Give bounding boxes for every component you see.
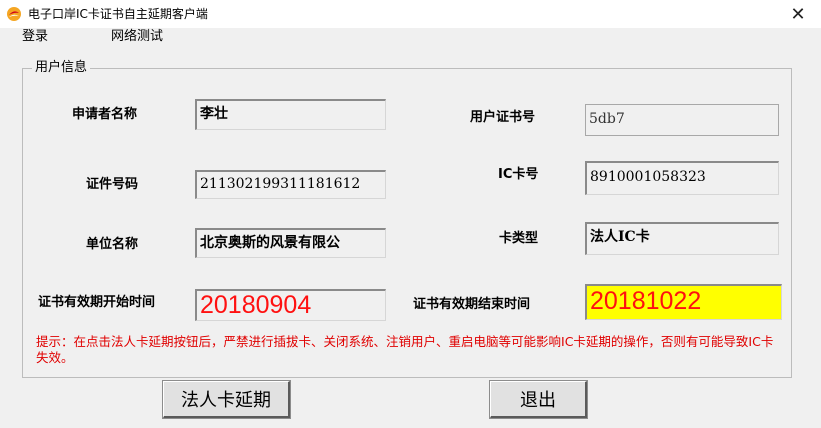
cert-end-field[interactable]: 20181022 — [585, 284, 782, 320]
close-icon[interactable]: ✕ — [775, 0, 821, 28]
menu-login[interactable]: 登录 — [22, 28, 48, 46]
applicant-name-field[interactable]: 李壮 — [195, 99, 386, 130]
ic-card-no-value: 8910001058323 — [590, 169, 706, 185]
menu-bar: 登录 网络测试 — [0, 28, 821, 50]
title-bar: 电子口岸IC卡证书自主延期客户端 ✕ — [0, 0, 821, 28]
id-number-field[interactable]: 211302199311181612 — [195, 170, 386, 199]
group-legend: 用户信息 — [32, 59, 91, 77]
card-type-label: 卡类型 — [499, 231, 539, 246]
cert-start-field[interactable]: 20180904 — [195, 289, 386, 321]
org-name-field[interactable]: 北京奥斯的风景有限公 — [195, 228, 386, 258]
menu-network-test[interactable]: 网络测试 — [111, 28, 163, 46]
extend-card-button[interactable]: 法人卡延期 — [162, 380, 291, 419]
org-name-label: 单位名称 — [86, 237, 139, 252]
user-cert-no-field[interactable]: 5db7 — [585, 104, 779, 136]
applicant-name-label: 申请者名称 — [72, 107, 138, 122]
ic-card-no-field[interactable]: 8910001058323 — [585, 161, 779, 195]
user-cert-no-value: 5db7 — [589, 111, 625, 127]
card-type-value: 法人IC卡 — [590, 229, 650, 245]
app-logo-icon — [7, 7, 21, 21]
cert-start-value: 20180904 — [200, 291, 312, 319]
cert-end-label: 证书有效期结束时间 — [413, 297, 531, 312]
warning-hint: 提示：在点击法人卡延期按钮后，严禁进行插拔卡、关闭系统、注销用户、重启电脑等可能… — [36, 334, 774, 365]
id-number-value: 211302199311181612 — [200, 176, 361, 192]
cert-start-label: 证书有效期开始时间 — [38, 295, 156, 310]
user-cert-no-label: 用户证书号 — [470, 110, 536, 125]
exit-button[interactable]: 退出 — [489, 380, 588, 419]
window-title: 电子口岸IC卡证书自主延期客户端 — [28, 7, 208, 21]
cert-end-value: 20181022 — [590, 287, 702, 315]
applicant-name-value: 李壮 — [200, 106, 228, 122]
card-type-field[interactable]: 法人IC卡 — [585, 222, 779, 255]
ic-card-no-label: IC卡号 — [498, 167, 539, 182]
org-name-value: 北京奥斯的风景有限公 — [200, 235, 340, 251]
id-number-label: 证件号码 — [86, 177, 139, 192]
